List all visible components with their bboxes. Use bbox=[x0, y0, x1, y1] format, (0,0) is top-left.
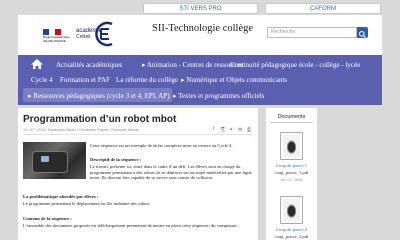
home-icon[interactable] bbox=[30, 58, 44, 70]
search-icon bbox=[359, 31, 366, 38]
document-thumbnail-2[interactable] bbox=[280, 196, 303, 224]
article-title: Programmation d’un robot mbot bbox=[23, 114, 177, 125]
twitter-share-icon[interactable]: ✦ bbox=[229, 127, 233, 133]
print-icon[interactable]: ⎙ bbox=[247, 127, 251, 133]
nav-item-reforme[interactable]: La réforme du collège bbox=[116, 76, 178, 84]
robot-photo bbox=[23, 142, 86, 179]
logo-region-text: Région académique ÎLE-DE-FRANCE bbox=[43, 35, 70, 43]
documents-divider bbox=[270, 122, 313, 123]
documents-title: Documents bbox=[277, 114, 306, 120]
documents-sidebar: Documents Coup de pouce 1 coup_pouce_1.p… bbox=[266, 108, 317, 240]
problem-label: La problématique abordée par élèves : bbox=[23, 194, 253, 200]
document-date-1: 16 / 07 / 2018 bbox=[280, 178, 303, 182]
document-file-1: coup_pouce_1.pdf bbox=[274, 170, 309, 175]
article-intro: Cette séquence est un exemple de tâche c… bbox=[90, 143, 233, 148]
subject-label-text: Descriptif de la séquence : bbox=[90, 157, 142, 162]
article-panel: Programmation d’un robot mbot 16 / 07 / … bbox=[18, 108, 258, 240]
caform-link-button[interactable]: CAFORM bbox=[265, 3, 381, 14]
main-navigation: Actualités académiques ▸ Animation - Cen… bbox=[18, 55, 382, 105]
nav-item-textes[interactable]: ▸ Textes et programmes officiels bbox=[173, 92, 264, 100]
article-meta: 16 / 07 / 2018 | Dominique Nibart | Chri… bbox=[23, 128, 139, 132]
logo-city-text: Créteil bbox=[76, 34, 91, 40]
search-button[interactable] bbox=[357, 27, 368, 38]
email-share-icon[interactable]: ✉ bbox=[238, 127, 242, 133]
subject-text: Le travail, présenté ici, entre dans le … bbox=[90, 164, 252, 180]
document-file-2: coup_pouce_2.pdf bbox=[274, 234, 309, 239]
problem-text: Le programme permettant le déplacement e… bbox=[23, 201, 151, 206]
nav-item-animation[interactable]: ▸ Animation - Centres de ressources bbox=[142, 61, 243, 69]
nav-item-cycle4[interactable]: Cycle 4 bbox=[31, 76, 53, 84]
facebook-share-icon[interactable]: f bbox=[213, 127, 215, 132]
document-thumbnail-1[interactable] bbox=[280, 132, 303, 160]
thumbs-up-icon bbox=[283, 135, 300, 157]
document-link-1[interactable]: Coup de pouce 1 bbox=[266, 163, 317, 168]
content-text: L’ensemble des documents proposés est té… bbox=[23, 223, 240, 228]
nav-item-ressources[interactable]: ▸ Ressources pédagogiques (cycle 3 et 4,… bbox=[28, 92, 170, 100]
problem-label-text: La problématique abordée par élèves : bbox=[23, 194, 99, 199]
content-label-text: Contenu de la séquence : bbox=[23, 216, 72, 221]
nav-item-continuite[interactable]: Continuité pédagogique école - collège -… bbox=[230, 61, 360, 69]
link-share-icon[interactable]: ⎘ bbox=[221, 127, 225, 133]
subject-label: Descriptif de la séquence : bbox=[90, 157, 254, 163]
thumbs-up-icon bbox=[283, 199, 300, 221]
site-header: Région académique ÎLE-DE-FRANCE académie… bbox=[18, 15, 382, 55]
search-input[interactable]: Recherche bbox=[267, 27, 357, 38]
site-title[interactable]: SII-Technologie collège bbox=[152, 23, 253, 34]
nav-item-actualites[interactable]: Actualités académiques bbox=[56, 61, 122, 69]
nav-item-formation[interactable]: Formation et PAF bbox=[60, 76, 110, 84]
content-label: Contenu de la séquence : bbox=[23, 216, 253, 222]
article-divider bbox=[23, 134, 253, 135]
nav-item-numerique[interactable]: ▸ Numérique et Objets communicants bbox=[181, 76, 287, 84]
document-link-2[interactable]: Coup de pouce 2 bbox=[266, 227, 317, 232]
ent-link-button[interactable]: STI VERS PRO bbox=[143, 3, 258, 14]
academie-e-icon bbox=[95, 21, 113, 47]
academie-logo[interactable]: Région académique ÎLE-DE-FRANCE académie… bbox=[43, 21, 115, 51]
